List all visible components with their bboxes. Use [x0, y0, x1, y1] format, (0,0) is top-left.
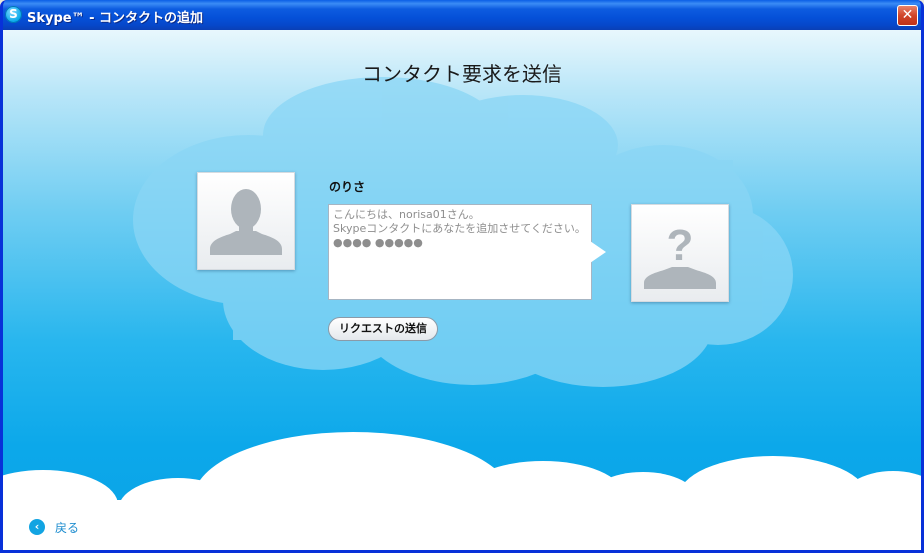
content-area: コンタクト要求を送信 のりさ こんにちは、norisa01さん。 Skypeコン…	[3, 30, 921, 550]
window-title: Skype™ - コンタクトの追加	[27, 11, 204, 26]
skype-icon: S	[5, 6, 22, 23]
title-bar[interactable]: S Skype™ - コンタクトの追加 ✕	[3, 0, 921, 30]
page-title: コンタクト要求を送信	[362, 62, 562, 86]
speech-bubble-tail	[590, 241, 606, 263]
default-person-icon	[210, 189, 282, 255]
contact-avatar: ?	[631, 204, 729, 302]
back-label: 戻る	[55, 520, 80, 535]
contact-name: のりさ	[329, 180, 366, 194]
back-arrow-icon: ‹	[29, 519, 45, 535]
send-request-button[interactable]: リクエストの送信	[328, 317, 438, 341]
back-link[interactable]: ‹ 戻る	[29, 518, 79, 536]
unknown-person-icon: ?	[644, 221, 716, 289]
close-button[interactable]: ✕	[897, 5, 918, 26]
svg-text:?: ?	[667, 221, 694, 270]
skype-add-contact-window: S Skype™ - コンタクトの追加 ✕ コンタクト要求を送信 のりさ こんに…	[0, 0, 924, 553]
message-box: こんにちは、norisa01さん。 Skypeコンタクトにあなたを追加させてくだ…	[328, 204, 592, 300]
my-avatar	[197, 172, 295, 270]
request-message-input[interactable]: こんにちは、norisa01さん。 Skypeコンタクトにあなたを追加させてくだ…	[328, 204, 592, 300]
